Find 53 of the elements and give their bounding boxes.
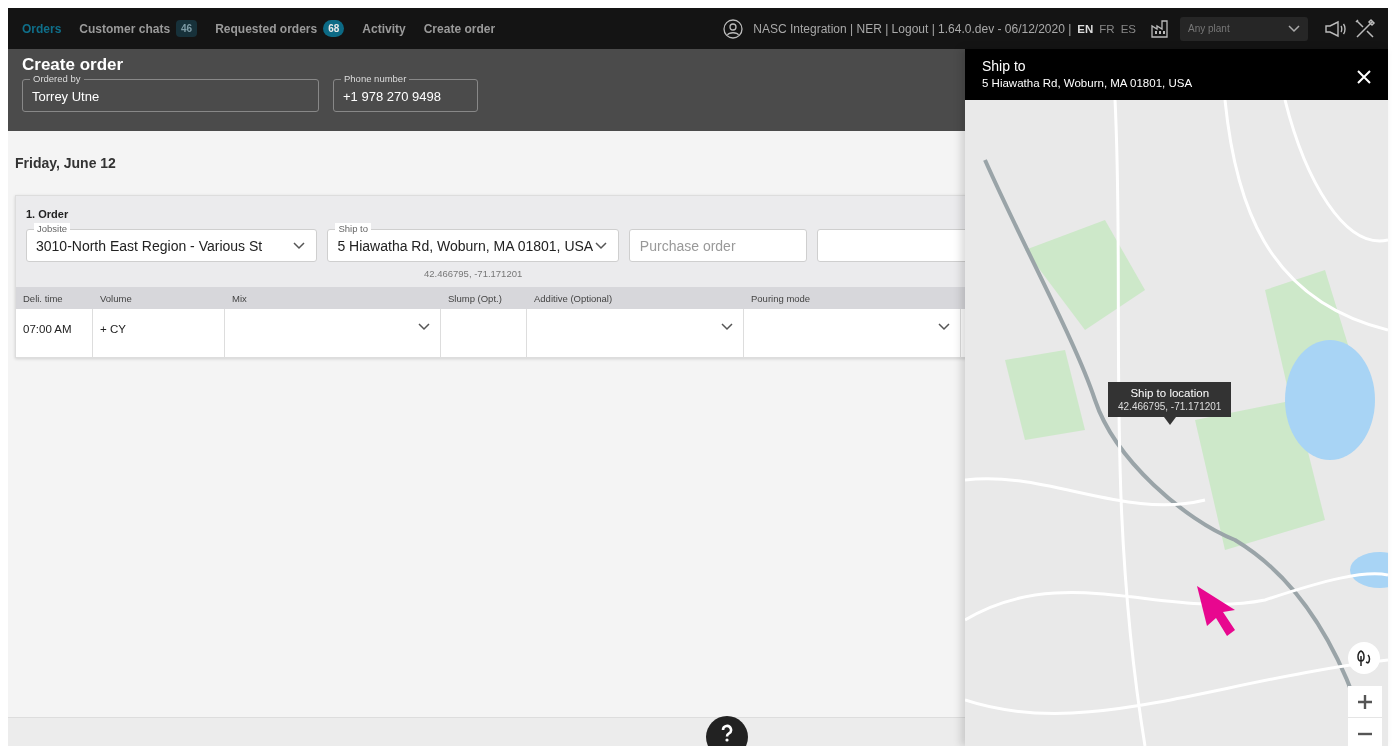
megaphone-icon[interactable]	[1324, 18, 1348, 39]
close-button[interactable]	[1356, 69, 1372, 85]
help-button[interactable]	[706, 716, 748, 746]
select-field[interactable]: Ship to 5 Hiawatha Rd, Woburn, MA 01801, USA	[327, 223, 619, 262]
text-field[interactable]: Ordered by Torrey Utne	[22, 73, 319, 112]
text-field[interactable]: Phone number +1 978 270 9498	[333, 73, 478, 112]
factory-icon[interactable]	[1150, 18, 1170, 39]
nav-tab[interactable]: Customer chats 46	[79, 20, 198, 37]
input-cell[interactable]: 07:00 AM	[16, 309, 93, 357]
column-header: Pouring mode	[751, 292, 811, 304]
plus-icon	[1357, 693, 1373, 710]
section-title: 1. Order	[25, 207, 70, 222]
column-header: Additive (Optional)	[534, 292, 613, 304]
address-text: 5 Hiawatha Rd, Woburn, MA 01801, USA	[982, 77, 1193, 89]
chevron-down-icon	[938, 323, 950, 331]
chevron-down-icon	[594, 241, 607, 250]
nav-tab[interactable]: Requested orders 68	[215, 20, 345, 37]
count-badge: 46	[176, 20, 198, 37]
field-label: Ship to	[335, 223, 371, 235]
field-label: Phone number	[341, 73, 410, 85]
language-link[interactable]: EN	[1077, 22, 1094, 35]
tooltip-coordinates: 42.466795, -71.171201	[1118, 401, 1222, 412]
page-title: Create order	[22, 55, 125, 75]
question-mark-icon	[719, 724, 735, 742]
tools-icon[interactable]	[1354, 17, 1376, 40]
field-label: Jobsite	[34, 223, 71, 235]
nav-tab[interactable]: Activity	[362, 21, 406, 36]
column-header: Slump (Opt.)	[448, 292, 502, 304]
panel-title: Ship to	[982, 58, 1027, 74]
field-label: Ordered by	[30, 73, 84, 85]
chevron-down-icon	[1288, 24, 1300, 33]
tooltip-title: Ship to location	[1130, 387, 1210, 399]
minus-icon	[1357, 731, 1373, 736]
column-header: Volume	[100, 292, 132, 304]
plant-select[interactable]: Any plant	[1180, 16, 1308, 41]
input-field[interactable]: Purchase order	[628, 229, 808, 262]
chevron-down-icon	[293, 241, 306, 250]
user-icon[interactable]	[723, 18, 744, 39]
chevron-down-icon	[418, 323, 430, 331]
column-header: Deli. time	[23, 292, 63, 304]
coordinates-text: 42.466795, -71.171201	[424, 268, 523, 279]
language-link[interactable]: FR	[1099, 22, 1115, 35]
date-heading: Friday, June 12	[15, 155, 117, 171]
close-icon	[1357, 70, 1371, 84]
chevron-down-icon	[721, 323, 733, 331]
column-header: Mix	[232, 292, 247, 304]
user-info-text: NASC Integration | NER | Logout | 1.64.0.dev - 06/12/2020 |	[753, 21, 1072, 36]
input-cell[interactable]: + CY	[93, 309, 225, 357]
count-badge: 68	[323, 20, 345, 37]
select-field[interactable]: Jobsite 3010-North East Region - Various St	[26, 223, 318, 262]
language-link[interactable]: ES	[1120, 22, 1136, 35]
nav-tab[interactable]: Create order	[423, 21, 496, 36]
input-field[interactable]	[817, 229, 965, 262]
